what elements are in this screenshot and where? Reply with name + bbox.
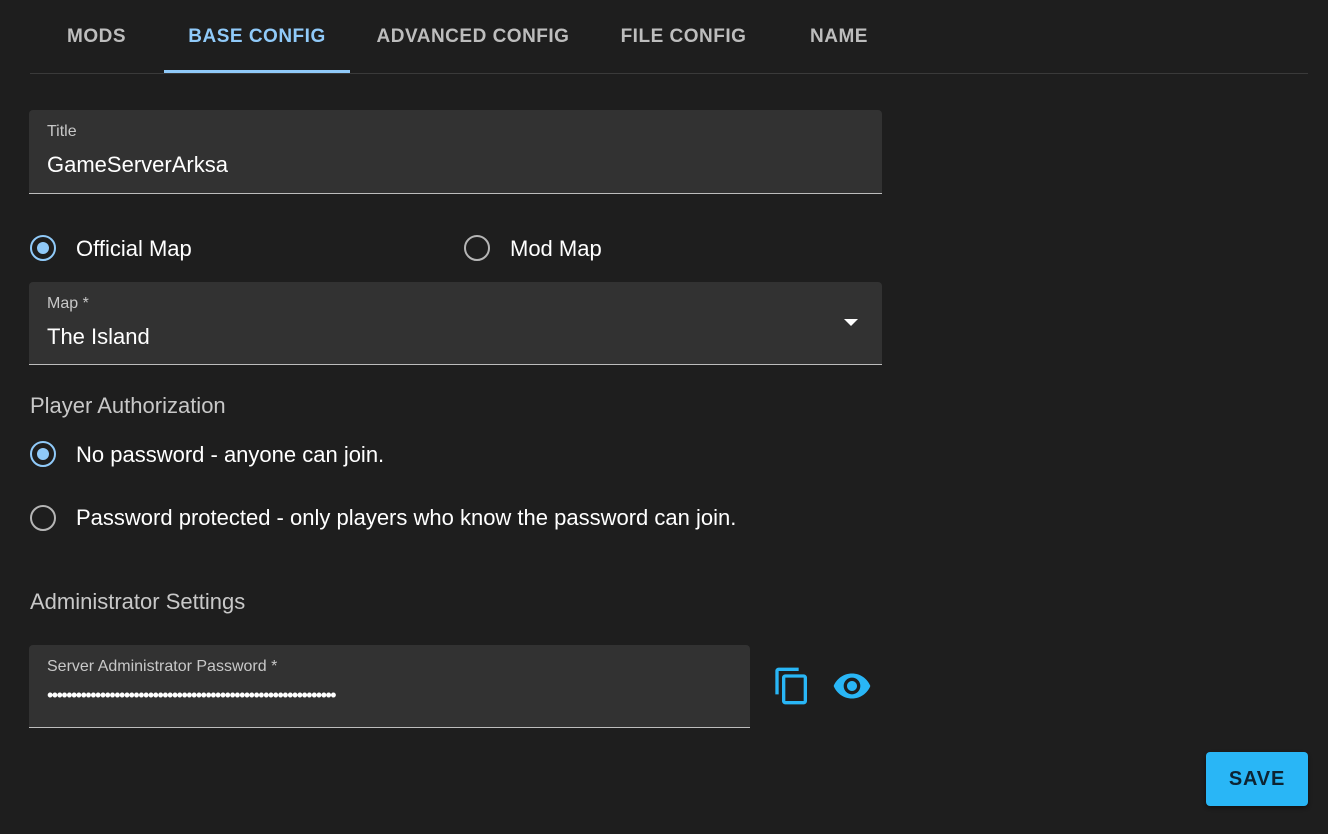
tab-bar: MODS BASE CONFIG ADVANCED CONFIG FILE CO…	[30, 0, 1308, 74]
map-select[interactable]: Map * The Island	[29, 282, 882, 365]
title-field-label: Title	[47, 123, 77, 140]
administrator-settings-heading: Administrator Settings	[30, 589, 246, 614]
password-protected-radio[interactable]	[30, 505, 56, 531]
mod-map-radio[interactable]	[464, 235, 490, 261]
admin-password-field[interactable]: Server Administrator Password * ••••••••…	[29, 645, 750, 728]
admin-password-label: Server Administrator Password *	[47, 658, 278, 675]
official-map-radio[interactable]	[30, 235, 56, 261]
no-password-label[interactable]: No password - anyone can join.	[76, 442, 384, 468]
title-field[interactable]: Title GameServerArksa	[29, 110, 882, 194]
admin-password-value[interactable]: ••••••••••••••••••••••••••••••••••••••••…	[47, 685, 337, 706]
tab-mods[interactable]: MODS	[30, 0, 163, 73]
mod-map-label[interactable]: Mod Map	[510, 236, 602, 262]
map-select-label: Map *	[47, 295, 89, 312]
tab-file-config[interactable]: FILE CONFIG	[600, 0, 767, 73]
player-authorization-heading: Player Authorization	[30, 393, 226, 418]
tab-base-config[interactable]: BASE CONFIG	[164, 0, 350, 73]
copy-icon[interactable]	[772, 666, 812, 706]
tab-advanced-config[interactable]: ADVANCED CONFIG	[360, 0, 586, 73]
active-tab-indicator	[164, 70, 350, 73]
password-protected-label[interactable]: Password protected - only players who kn…	[76, 505, 736, 531]
dropdown-arrow-icon[interactable]	[844, 319, 858, 326]
tab-name[interactable]: NAME	[780, 0, 898, 73]
title-field-value[interactable]: GameServerArksa	[47, 152, 228, 178]
no-password-radio[interactable]	[30, 441, 56, 467]
map-select-value[interactable]: The Island	[47, 324, 150, 350]
official-map-label[interactable]: Official Map	[76, 236, 192, 262]
save-button[interactable]: SAVE	[1206, 752, 1308, 806]
eye-icon[interactable]	[832, 666, 872, 706]
